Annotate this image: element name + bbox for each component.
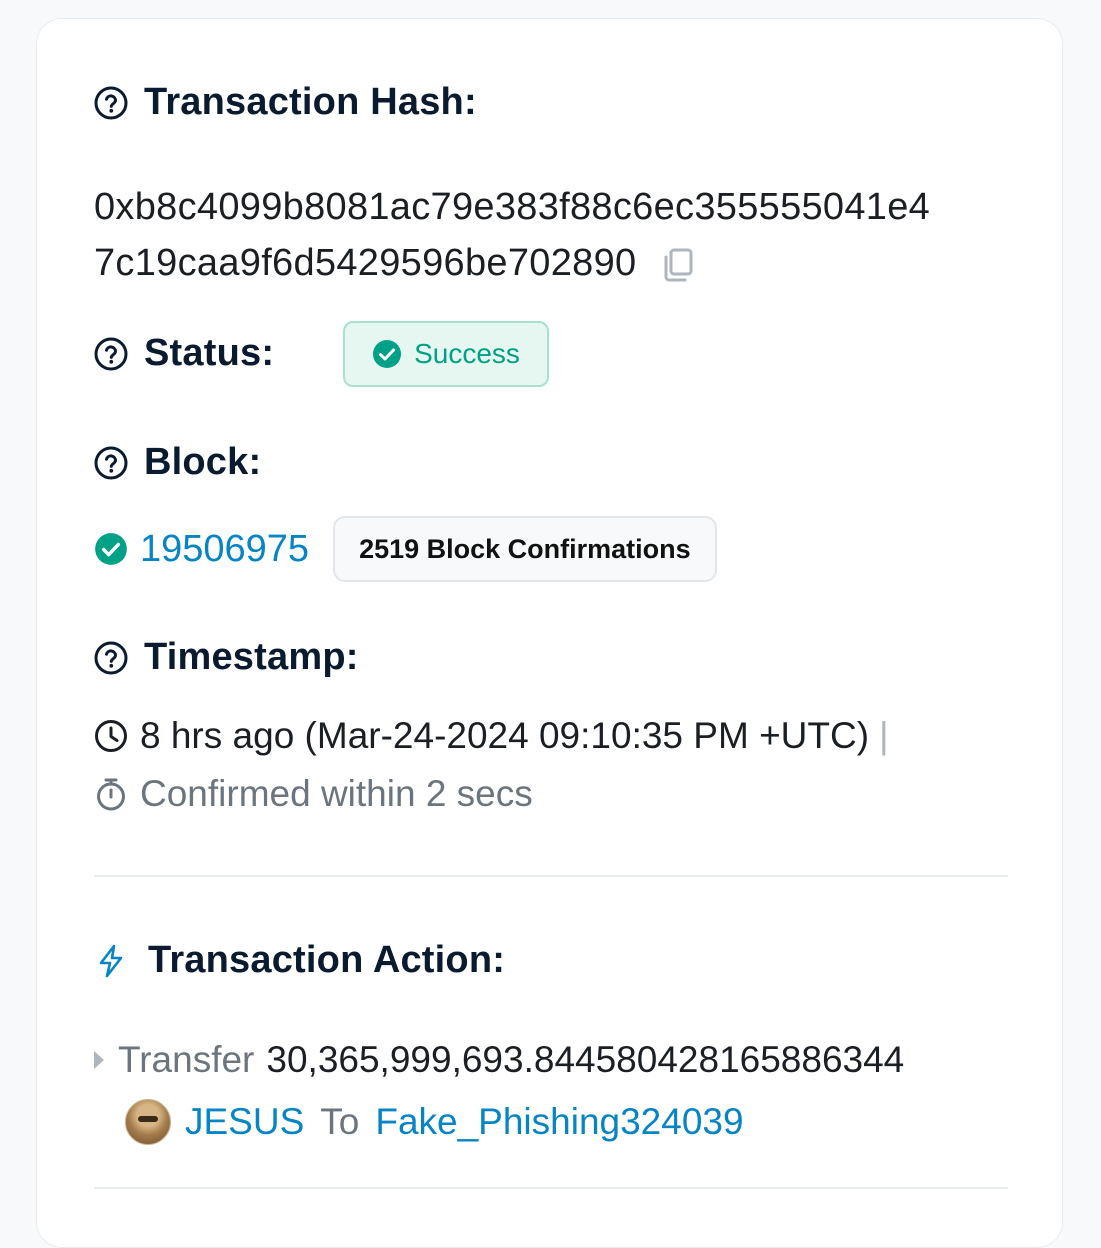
block-row: 19506975 2519 Block Confirmations [94, 516, 717, 582]
question-circle-icon[interactable] [94, 641, 128, 675]
status-value: Success [414, 338, 520, 369]
token-avatar [125, 1099, 171, 1145]
transaction-action-row: Transfer 30,365,999,693.8445804281658863… [94, 1039, 904, 1081]
status-label: Status: [144, 332, 275, 374]
timestamp-relative-row: 8 hrs ago (Mar-24-2024 09:10:35 PM +UTC)… [94, 715, 889, 757]
question-circle-icon[interactable] [94, 446, 128, 480]
timestamp-confirmed: Confirmed within 2 secs [140, 773, 533, 814]
question-circle-icon[interactable] [94, 86, 128, 120]
transaction-hash-line-2-text: 7c19caa9f6d5429596be702890 [94, 242, 637, 284]
stopwatch-icon [97, 778, 125, 811]
transaction-hash-line-1: 0xb8c4099b8081ac79e383f88c6ec355555041e4 [94, 186, 931, 228]
token-link[interactable]: JESUS [185, 1101, 304, 1143]
transaction-action-label: Transaction Action: [148, 939, 506, 981]
status-label-row: Status: [94, 332, 274, 375]
block-confirmations-badge: 2519 Block Confirmations [333, 516, 717, 582]
transaction-hash-label-row: Transaction Hash: [94, 81, 477, 124]
status-badge: Success [343, 321, 549, 387]
copy-icon[interactable] [658, 245, 698, 285]
transaction-details-card: Transaction Hash: 0xb8c4099b8081ac79e383… [36, 18, 1063, 1248]
timestamp-confirmed-row: Confirmed within 2 secs [94, 773, 533, 815]
transaction-action-label-row: Transaction Action: [94, 939, 505, 982]
transaction-hash-value: 0xb8c4099b8081ac79e383f88c6ec355555041e4… [94, 179, 1014, 291]
caret-right-icon[interactable] [94, 1051, 104, 1069]
recipient-link[interactable]: Fake_Phishing324039 [375, 1101, 743, 1143]
check-circle-icon [373, 340, 402, 368]
lightning-icon [99, 944, 123, 977]
timestamp-label-row: Timestamp: [94, 636, 359, 679]
transaction-hash-label: Transaction Hash: [144, 81, 477, 123]
transfer-amount: 30,365,999,693.844580428165886344 [266, 1039, 905, 1080]
block-label-row: Block: [94, 441, 261, 484]
action-verb: Transfer [118, 1039, 255, 1080]
timestamp-relative: 8 hrs ago (Mar-24-2024 09:10:35 PM +UTC) [140, 715, 870, 756]
transaction-hash-line-2: 7c19caa9f6d5429596be702890 [94, 235, 1014, 291]
divider [94, 875, 1008, 877]
block-number-link[interactable]: 19506975 [140, 528, 309, 571]
divider-bottom [94, 1187, 1008, 1189]
question-circle-icon[interactable] [94, 337, 128, 371]
timestamp-label: Timestamp: [144, 636, 359, 678]
clock-icon [95, 720, 127, 752]
timestamp-separator: | [879, 715, 889, 756]
to-word: To [320, 1101, 360, 1142]
block-label: Block: [144, 441, 262, 483]
check-circle-icon [95, 533, 127, 565]
transaction-action-parties: JESUS To Fake_Phishing324039 [125, 1099, 744, 1145]
